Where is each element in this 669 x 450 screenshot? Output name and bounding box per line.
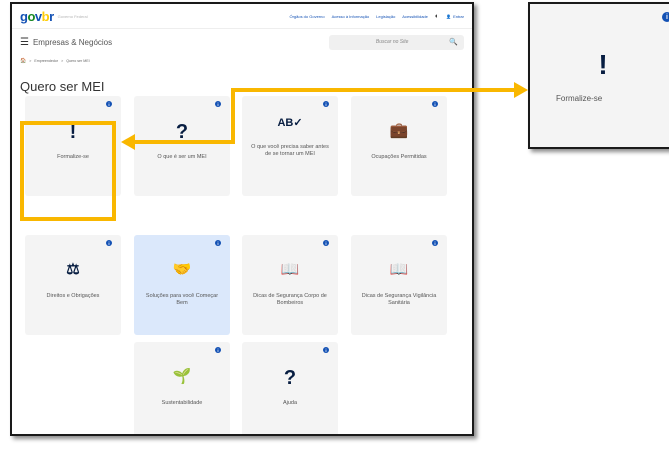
top-link[interactable]: Legislação [376, 14, 395, 19]
info-icon[interactable]: i [323, 101, 329, 107]
info-icon[interactable]: i [106, 240, 112, 246]
info-icon[interactable]: i [215, 347, 221, 353]
book-reader-icon: 📖 [280, 261, 300, 278]
info-icon[interactable]: i [215, 101, 221, 107]
search-input[interactable]: Buscar no Site 🔍 [329, 34, 464, 50]
breadcrumb-separator: > [61, 59, 64, 63]
card-know-before[interactable]: i AB✓ O que você precisa saber antes de … [242, 96, 338, 196]
question-icon: ? [175, 121, 189, 143]
home-icon[interactable]: 🏠 [20, 58, 26, 64]
menu-icon[interactable]: ☰ [20, 37, 29, 48]
card-help[interactable]: i ? Ajuda [242, 342, 338, 434]
top-bar: govbr Governo Federal Órgãos do Governo … [12, 4, 472, 28]
top-links: Órgãos do Governo Acesso à Informação Le… [289, 13, 464, 20]
info-icon[interactable]: i [106, 101, 112, 107]
breadcrumb: 🏠 > Empreendedor > Quero ser MEI [12, 55, 472, 67]
question-icon: ? [283, 367, 297, 389]
highlight-box [20, 121, 116, 221]
handshake-icon: 🤝 [172, 261, 192, 278]
book-reader-icon: 📖 [389, 261, 409, 278]
seedling-icon: 🌱 [172, 368, 192, 385]
breadcrumb-item: Quero ser MEI [66, 59, 90, 63]
site-name[interactable]: Empresas & Negócios [33, 38, 112, 47]
top-link[interactable]: Acesso à Informação [332, 14, 370, 19]
balance-scale-icon: ⚖ [66, 261, 80, 278]
enter-button[interactable]: 👤 Entrar [446, 14, 464, 19]
contrast-icon[interactable]: ◐ [435, 13, 439, 20]
card-label: Soluções para você Começar Bem [145, 293, 219, 307]
card-label: O que você precisa saber antes de se tor… [251, 144, 329, 158]
spellcheck-icon: AB✓ [277, 117, 303, 129]
breadcrumb-separator: > [29, 59, 32, 63]
info-icon[interactable]: i [323, 347, 329, 353]
site-bar: ☰ Empresas & Negócios Buscar no Site 🔍 [12, 28, 472, 55]
card-label: Sustentabilidade [161, 400, 203, 406]
search-icon[interactable]: 🔍 [449, 38, 458, 46]
zoomed-card-popup: i ! Formalize-se [528, 2, 669, 149]
exclamation-icon: ! [598, 49, 608, 80]
card-label: Dicas de Segurança Vigilância Sanitária [361, 293, 437, 307]
top-link[interactable]: Acessibilidade [402, 14, 428, 19]
card-sanitary-tips[interactable]: i 📖 Dicas de Segurança Vigilância Sanitá… [351, 235, 447, 335]
user-icon: 👤 [446, 13, 452, 19]
card-label: Ocupações Permitidas [371, 154, 427, 160]
card-firefighters-tips[interactable]: i 📖 Dicas de Segurança Corpo de Bombeiro… [242, 235, 338, 335]
top-link[interactable]: Órgãos do Governo [289, 14, 324, 19]
card-rights-obligations[interactable]: i ⚖ Direitos e Obrigações [25, 235, 121, 335]
card-label: Dicas de Segurança Corpo de Bombeiros [253, 293, 327, 307]
arrow-head-right [514, 82, 528, 98]
popup-card-label: Formalize-se [556, 94, 603, 103]
info-icon[interactable]: i [432, 240, 438, 246]
briefcase-icon: 💼 [389, 122, 409, 139]
search-placeholder: Buscar no Site [375, 39, 409, 45]
info-icon[interactable]: i [215, 240, 221, 246]
info-icon[interactable]: i [432, 101, 438, 107]
card-solutions[interactable]: i 🤝 Soluções para você Começar Bem [134, 235, 230, 335]
card-what-is-mei[interactable]: i ? O que é ser um MEI [134, 96, 230, 196]
card-label: O que é ser um MEI [157, 154, 207, 160]
breadcrumb-item[interactable]: Empreendedor [34, 59, 58, 63]
card-label: Direitos e Obrigações [46, 293, 100, 299]
govbr-logo[interactable]: govbr [20, 9, 54, 24]
site-subtitle: Governo Federal [57, 13, 88, 19]
card-label: Ajuda [282, 400, 298, 406]
card-permitted-occupations[interactable]: i 💼 Ocupações Permitidas [351, 96, 447, 196]
info-icon[interactable]: i [323, 240, 329, 246]
card-sustainability[interactable]: i 🌱 Sustentabilidade [134, 342, 230, 434]
info-icon[interactable]: i [662, 12, 669, 22]
page-title: Quero ser MEI [20, 79, 105, 94]
enter-label: Entrar [453, 13, 464, 19]
